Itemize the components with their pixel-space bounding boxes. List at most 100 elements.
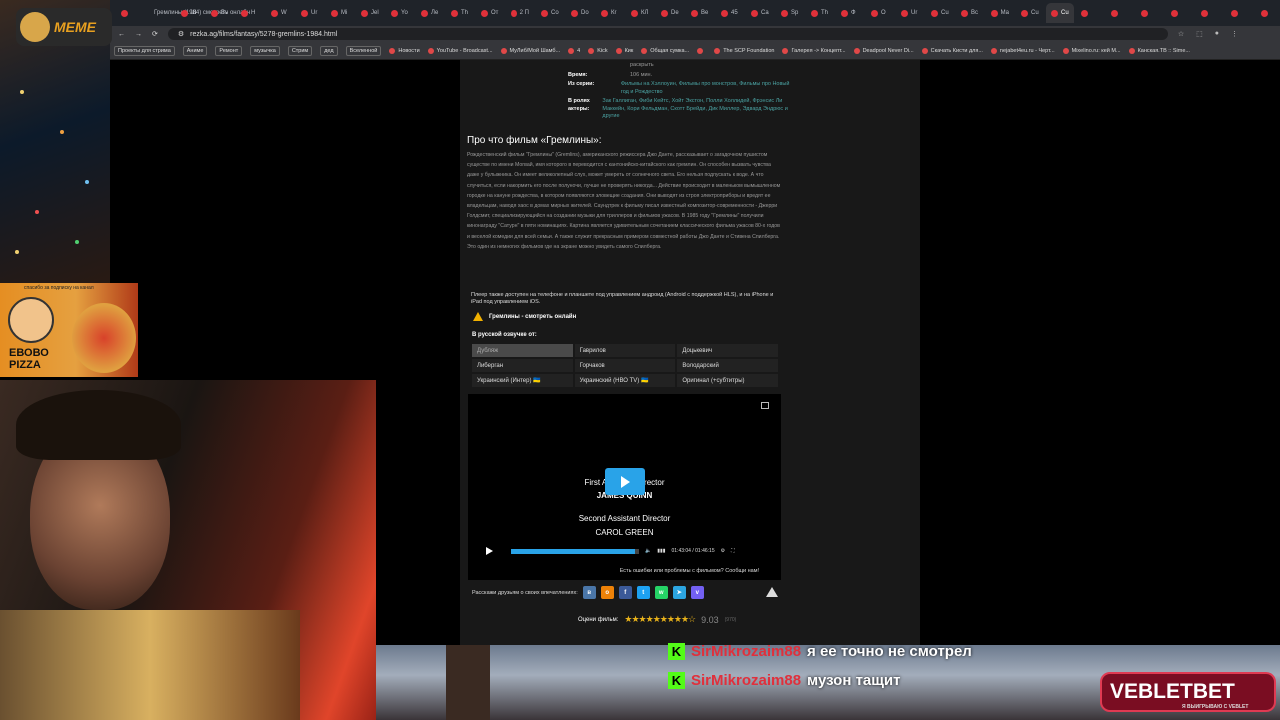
browser-tab[interactable]: Cu — [1046, 3, 1074, 23]
facebook-share-icon[interactable]: f — [618, 586, 632, 599]
browser-tab[interactable]: Yo — [386, 3, 414, 23]
vk-share-icon[interactable]: в — [582, 586, 596, 599]
browser-tab[interactable]: Oт — [476, 3, 504, 23]
bookmark-item[interactable]: Скачать Кисти для... — [921, 47, 983, 54]
bookmark-item[interactable]: Канская.ТВ :: Sime... — [1128, 47, 1190, 54]
browser-tab[interactable] — [1166, 3, 1194, 23]
bell-icon[interactable] — [766, 587, 778, 597]
bookmark-item[interactable]: Вселенной — [345, 45, 382, 56]
browser-tab[interactable] — [1196, 3, 1224, 23]
browser-tab[interactable]: Ш — [176, 3, 204, 23]
browser-tab[interactable]: Ф — [836, 3, 864, 23]
browser-tab[interactable]: 45 — [716, 3, 744, 23]
url-field[interactable]: ⚙ rezka.ag/films/fantasy/5278-gremlins-1… — [167, 28, 1168, 40]
browser-tab[interactable]: Н — [236, 3, 264, 23]
browser-tab[interactable]: Th — [806, 3, 834, 23]
browser-tab[interactable]: Вс — [956, 3, 984, 23]
bookmark-item[interactable]: The SCP Foundation — [714, 47, 774, 54]
browser-tab[interactable]: Ma — [986, 3, 1014, 23]
video-player[interactable]: First Assistant Director JAMES QUINN Sec… — [468, 394, 781, 580]
dub-option[interactable]: Украинский (НВО TV) 🇺🇦 — [574, 374, 676, 387]
dub-option[interactable]: Доцькевич — [677, 344, 778, 357]
browser-tab[interactable]: КЛ — [626, 3, 654, 23]
bookmark-item[interactable]: Новости — [389, 47, 420, 54]
dub-option[interactable]: Оригинал (+субтитры) — [677, 374, 778, 387]
twitter-share-icon[interactable]: t — [636, 586, 650, 599]
bookmark-item[interactable]: 4 — [568, 47, 580, 54]
browser-tab[interactable]: Mi — [326, 3, 354, 23]
bookmark-item[interactable]: Проекты для стрима — [114, 45, 175, 56]
browser-tab[interactable]: Sp — [776, 3, 804, 23]
browser-tab[interactable] — [1076, 3, 1104, 23]
site-info-icon[interactable]: ⚙ — [178, 30, 184, 38]
ok-share-icon[interactable]: о — [600, 586, 614, 599]
dub-option[interactable]: Володарский — [677, 359, 778, 372]
browser-tab[interactable]: Th — [446, 3, 474, 23]
browser-tab[interactable]: О — [866, 3, 894, 23]
dub-option[interactable]: Горчаков — [574, 359, 676, 372]
browser-tab[interactable]: 2 П — [506, 3, 534, 23]
browser-tab[interactable] — [1106, 3, 1134, 23]
browser-tab[interactable]: Вe — [686, 3, 714, 23]
browser-tab[interactable]: Bv — [206, 3, 234, 23]
forward-icon[interactable]: → — [135, 31, 142, 38]
big-play-button[interactable] — [605, 468, 645, 495]
dub-option[interactable]: Украинский (Интер) 🇺🇦 — [472, 374, 573, 387]
reload-icon[interactable]: ⟳ — [152, 30, 158, 38]
bookmark-item[interactable]: музычка — [250, 45, 280, 56]
bookmark-item[interactable]: Кик — [615, 47, 633, 54]
browser-tab[interactable]: De — [656, 3, 684, 23]
viber-share-icon[interactable]: v — [690, 586, 704, 599]
rating-stars[interactable]: ★★★★★★★★★☆ — [624, 614, 696, 625]
whatsapp-share-icon[interactable]: w — [654, 586, 668, 599]
bookmark-item[interactable]: Kick — [588, 47, 608, 54]
bookmark-item[interactable]: Ремонт — [215, 45, 243, 56]
telegram-share-icon[interactable]: ➤ — [672, 586, 686, 599]
bookmark-star-icon[interactable]: ☆ — [1178, 30, 1184, 38]
browser-tab[interactable]: Ca — [746, 3, 774, 23]
extensions-icon[interactable]: ⬚ — [1196, 30, 1203, 38]
volume-slider[interactable]: ▮▮▮ — [657, 548, 665, 554]
fullscreen-icon[interactable]: ⛶ — [731, 548, 735, 554]
browser-tab[interactable]: Do — [566, 3, 594, 23]
bookmark-item[interactable]: МуЛиб/Мой Шамб... — [500, 47, 560, 54]
browser-tab[interactable]: W — [266, 3, 294, 23]
dub-option[interactable]: Дубляж — [472, 344, 573, 357]
pip-icon[interactable] — [761, 402, 769, 409]
browser-tab[interactable]: Jel — [356, 3, 384, 23]
menu-icon[interactable]: ⋮ — [1231, 30, 1238, 38]
report-link[interactable]: Есть ошибки или проблемы с фильмом? Сооб… — [620, 568, 759, 574]
bookmark-item[interactable]: Deadpool Never Di... — [853, 47, 914, 54]
play-button[interactable] — [486, 547, 493, 555]
info-value[interactable]: Зак Галлиган, Фиби Кейтс, Хойт Экстон, П… — [602, 98, 798, 121]
info-value[interactable]: Фильмы на Хэллоуин, Фильмы про монстров,… — [621, 81, 798, 96]
browser-tab[interactable] — [1226, 3, 1254, 23]
browser-tab[interactable] — [1136, 3, 1164, 23]
back-icon[interactable]: ← — [118, 31, 125, 38]
browser-tab[interactable]: Co — [536, 3, 564, 23]
progress-bar[interactable] — [511, 548, 639, 554]
bookmark-item[interactable] — [697, 47, 706, 54]
dub-option[interactable]: Гаврилов — [574, 344, 676, 357]
bookmark-item[interactable]: Mixelino.ru: кей М... — [1062, 47, 1121, 54]
browser-tab[interactable]: Ur — [296, 3, 324, 23]
bookmark-item[interactable]: дед — [320, 45, 338, 56]
browser-tab[interactable] — [1256, 3, 1280, 23]
volume-icon[interactable]: 🔈 — [645, 548, 651, 554]
bookmark-item[interactable]: nejabet4eu.ru - Черт... — [990, 47, 1055, 54]
profile-icon[interactable]: ● — [1215, 30, 1219, 38]
bookmark-item[interactable]: Аниме — [182, 45, 208, 56]
browser-tab[interactable] — [116, 3, 144, 23]
settings-icon[interactable]: ⚙ — [721, 548, 725, 554]
bookmark-item[interactable]: Галерея -> Концепт... — [782, 47, 846, 54]
bookmark-item[interactable]: YouTube - Broadcast... — [427, 47, 493, 54]
bookmark-item[interactable]: Общая сумка... — [641, 47, 689, 54]
browser-tab[interactable]: Гремлины (1984) смотреть онлайн — [146, 3, 250, 23]
browser-tab[interactable]: Cu — [926, 3, 954, 23]
browser-tab[interactable]: Ле — [416, 3, 444, 23]
browser-tab[interactable]: Кr — [596, 3, 624, 23]
dub-option[interactable]: Либерган — [472, 359, 573, 372]
bookmark-item[interactable]: Стрим — [287, 45, 313, 56]
browser-tab[interactable]: Ur — [896, 3, 924, 23]
browser-tab[interactable]: Cu — [1016, 3, 1044, 23]
